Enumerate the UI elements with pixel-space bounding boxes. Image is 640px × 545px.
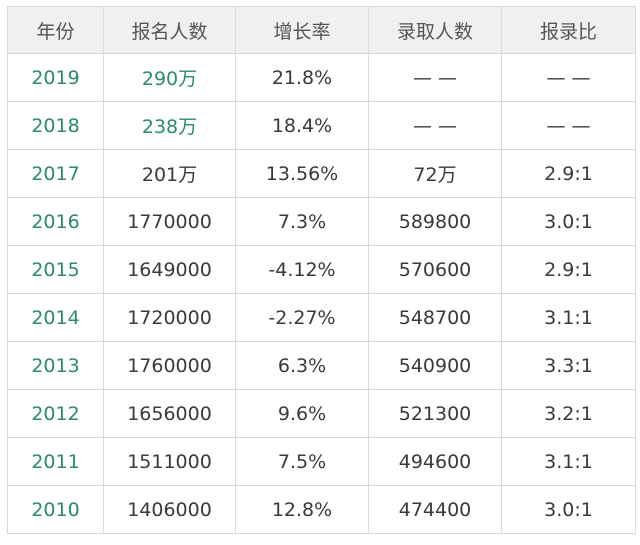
cell-ratio: 2.9:1 bbox=[501, 245, 636, 294]
cell-ratio: 3.2:1 bbox=[501, 389, 636, 438]
table-row: 2014 1720000 -2.27% 548700 3.1:1 bbox=[7, 293, 636, 342]
cell-applicants: 1720000 bbox=[103, 293, 236, 342]
cell-ratio: 3.1:1 bbox=[501, 293, 636, 342]
table-row: 2017 201万 13.56% 72万 2.9:1 bbox=[7, 149, 636, 198]
cell-ratio: 3.1:1 bbox=[501, 437, 636, 486]
cell-applicants: 1656000 bbox=[103, 389, 236, 438]
table-row: 2010 1406000 12.8% 474400 3.0:1 bbox=[7, 485, 636, 534]
cell-applicants: 238万 bbox=[103, 101, 236, 150]
cell-admitted: 548700 bbox=[368, 293, 502, 342]
cell-growth-rate: 21.8% bbox=[235, 53, 369, 102]
cell-applicants: 1511000 bbox=[103, 437, 236, 486]
cell-applicants: 201万 bbox=[103, 149, 236, 198]
table-body: 2019 290万 21.8% — — — — 2018 238万 18.4% … bbox=[7, 53, 636, 534]
cell-year: 2018 bbox=[7, 101, 104, 150]
header-growth-rate: 增长率 bbox=[235, 6, 369, 54]
cell-growth-rate: 6.3% bbox=[235, 341, 369, 390]
cell-growth-rate: 18.4% bbox=[235, 101, 369, 150]
cell-growth-rate: 7.3% bbox=[235, 197, 369, 246]
cell-applicants: 1649000 bbox=[103, 245, 236, 294]
cell-growth-rate: -4.12% bbox=[235, 245, 369, 294]
cell-year: 2011 bbox=[7, 437, 104, 486]
cell-year: 2016 bbox=[7, 197, 104, 246]
cell-year: 2013 bbox=[7, 341, 104, 390]
cell-year: 2010 bbox=[7, 485, 104, 534]
cell-admitted: 72万 bbox=[368, 149, 502, 198]
header-year: 年份 bbox=[7, 6, 104, 54]
cell-admitted: 589800 bbox=[368, 197, 502, 246]
header-admitted: 录取人数 bbox=[368, 6, 502, 54]
cell-admitted: 540900 bbox=[368, 341, 502, 390]
applicants-stats-table: 年份 报名人数 增长率 录取人数 报录比 2019 290万 21.8% — —… bbox=[7, 6, 636, 534]
cell-year: 2017 bbox=[7, 149, 104, 198]
cell-ratio: 2.9:1 bbox=[501, 149, 636, 198]
cell-applicants: 1760000 bbox=[103, 341, 236, 390]
table-row: 2019 290万 21.8% — — — — bbox=[7, 53, 636, 102]
cell-admitted: — — bbox=[368, 101, 502, 150]
cell-year: 2014 bbox=[7, 293, 104, 342]
table-row: 2016 1770000 7.3% 589800 3.0:1 bbox=[7, 197, 636, 246]
table-header: 年份 报名人数 增长率 录取人数 报录比 bbox=[7, 6, 636, 54]
cell-admitted: 570600 bbox=[368, 245, 502, 294]
table-row: 2012 1656000 9.6% 521300 3.2:1 bbox=[7, 389, 636, 438]
cell-admitted: — — bbox=[368, 53, 502, 102]
cell-year: 2012 bbox=[7, 389, 104, 438]
cell-admitted: 494600 bbox=[368, 437, 502, 486]
cell-applicants: 1770000 bbox=[103, 197, 236, 246]
cell-year: 2019 bbox=[7, 53, 104, 102]
cell-applicants: 290万 bbox=[103, 53, 236, 102]
table-row: 2015 1649000 -4.12% 570600 2.9:1 bbox=[7, 245, 636, 294]
table-row: 2018 238万 18.4% — — — — bbox=[7, 101, 636, 150]
header-ratio: 报录比 bbox=[501, 6, 636, 54]
table-row: 2013 1760000 6.3% 540900 3.3:1 bbox=[7, 341, 636, 390]
cell-admitted: 474400 bbox=[368, 485, 502, 534]
cell-ratio: 3.0:1 bbox=[501, 485, 636, 534]
cell-growth-rate: 9.6% bbox=[235, 389, 369, 438]
cell-ratio: 3.0:1 bbox=[501, 197, 636, 246]
cell-growth-rate: 13.56% bbox=[235, 149, 369, 198]
stats-table-container: 年份 报名人数 增长率 录取人数 报录比 2019 290万 21.8% — —… bbox=[7, 6, 636, 534]
cell-ratio: — — bbox=[501, 101, 636, 150]
cell-ratio: 3.3:1 bbox=[501, 341, 636, 390]
cell-admitted: 521300 bbox=[368, 389, 502, 438]
cell-ratio: — — bbox=[501, 53, 636, 102]
cell-growth-rate: 12.8% bbox=[235, 485, 369, 534]
cell-applicants: 1406000 bbox=[103, 485, 236, 534]
cell-growth-rate: -2.27% bbox=[235, 293, 369, 342]
header-row: 年份 报名人数 增长率 录取人数 报录比 bbox=[7, 6, 636, 54]
cell-growth-rate: 7.5% bbox=[235, 437, 369, 486]
cell-year: 2015 bbox=[7, 245, 104, 294]
table-row: 2011 1511000 7.5% 494600 3.1:1 bbox=[7, 437, 636, 486]
header-applicants: 报名人数 bbox=[103, 6, 236, 54]
